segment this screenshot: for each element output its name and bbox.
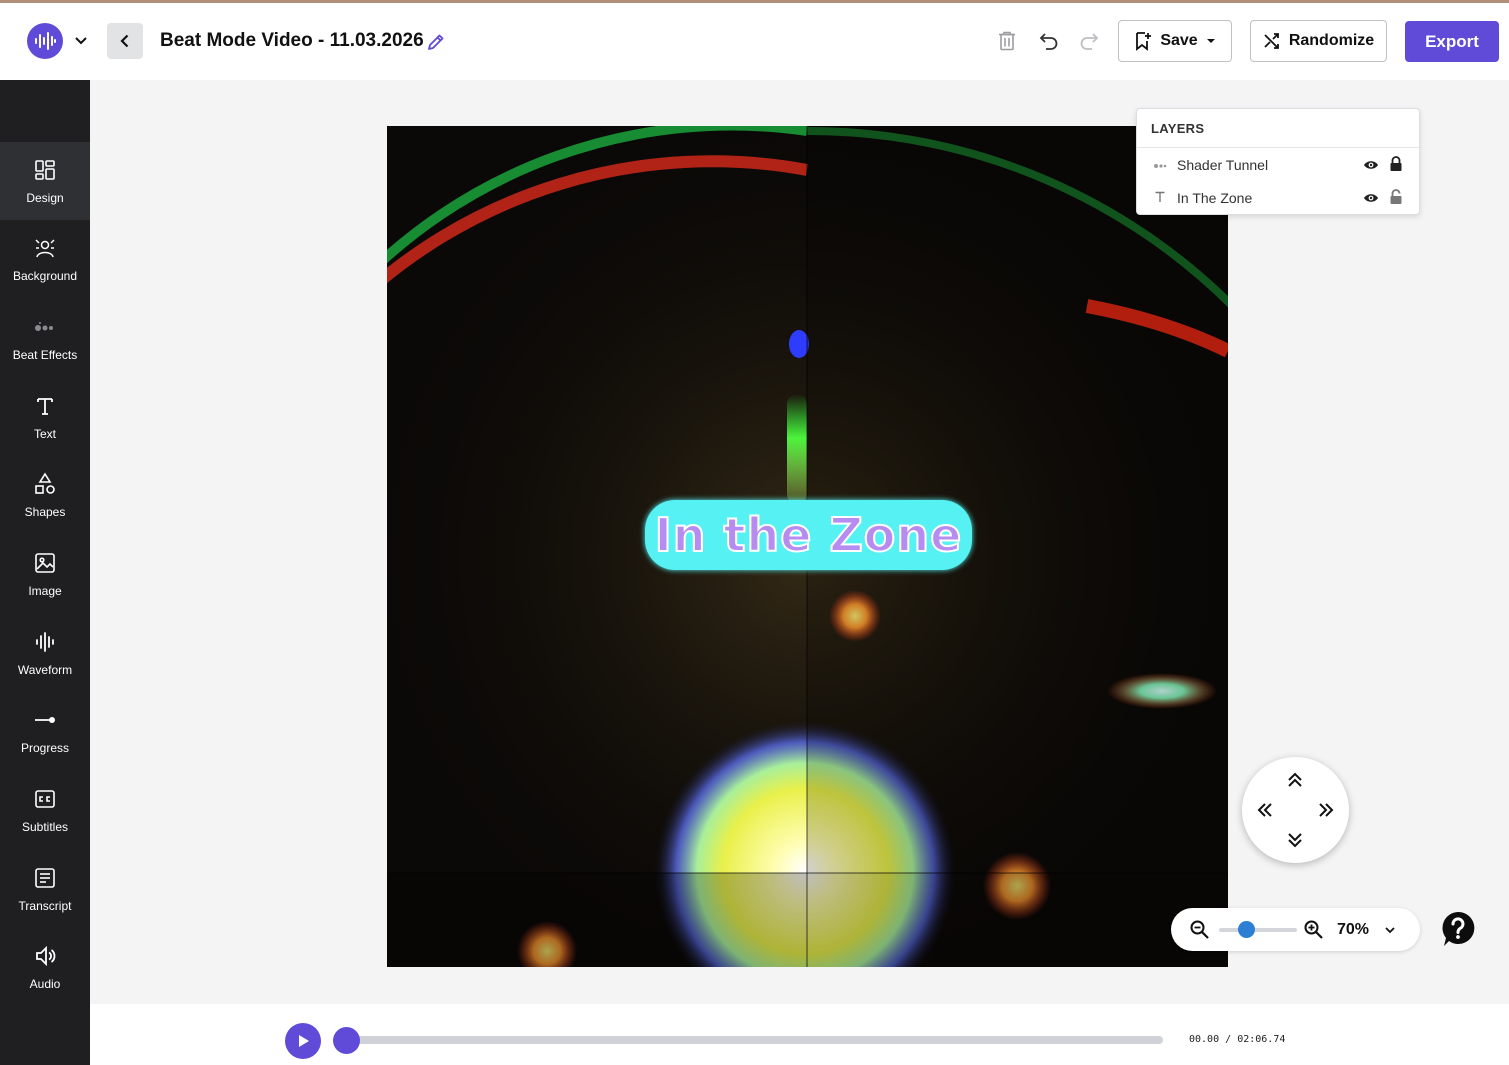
- sidebar-item-label: Waveform: [17, 663, 73, 677]
- chevron-down-icon[interactable]: [72, 31, 90, 49]
- sidebar-item-background[interactable]: Background: [0, 220, 90, 298]
- sidebar-item-beat-effects[interactable]: Beat Effects: [0, 299, 90, 377]
- lock-icon[interactable]: [1389, 156, 1403, 172]
- beat-effects-icon: [1153, 158, 1167, 173]
- sidebar-item-label: Background: [12, 269, 78, 283]
- redo-button[interactable]: [1077, 29, 1101, 53]
- export-button[interactable]: Export: [1405, 21, 1499, 62]
- play-icon: [299, 1035, 309, 1047]
- pencil-edit-icon[interactable]: [426, 32, 446, 52]
- sidebar-item-progress[interactable]: Progress: [0, 692, 90, 770]
- layer-name: Shader Tunnel: [1177, 157, 1269, 173]
- chevron-left-icon: [120, 34, 129, 48]
- sidebar-item-label: Transcript: [18, 899, 72, 913]
- zoom-in-icon[interactable]: [1303, 919, 1324, 940]
- unlock-icon[interactable]: [1389, 189, 1403, 205]
- trash-icon: [999, 31, 1015, 51]
- redo-icon: [1080, 33, 1099, 50]
- sidebar-item-transcript[interactable]: Transcript: [0, 850, 90, 928]
- double-chevron-up-icon[interactable]: [1284, 769, 1306, 791]
- zoom-control: 70%: [1171, 908, 1420, 951]
- layer-name: In The Zone: [1177, 190, 1253, 206]
- undo-icon: [1039, 33, 1058, 50]
- text-icon: [32, 393, 58, 419]
- sidebar-item-label: Design: [26, 191, 64, 205]
- left-sidebar: Design Background Beat Effects Text Shap…: [0, 80, 90, 1065]
- help-icon[interactable]: [1441, 911, 1475, 947]
- sidebar-item-shapes[interactable]: Shapes: [0, 456, 90, 534]
- position-nudge-pad: [1242, 757, 1349, 863]
- zoom-level[interactable]: 70%: [1337, 921, 1369, 939]
- divider: [1137, 147, 1419, 148]
- caret-down-icon: [1206, 39, 1215, 43]
- zoom-slider-thumb[interactable]: [1237, 921, 1255, 938]
- eye-icon[interactable]: [1363, 191, 1379, 205]
- seek-thumb[interactable]: [333, 1027, 360, 1054]
- sidebar-item-label: Image: [28, 584, 62, 598]
- shapes-icon: [32, 471, 58, 497]
- waveform-icon: [32, 629, 58, 655]
- chevron-down-icon[interactable]: [1382, 922, 1398, 938]
- layers-panel: LAYERS Shader Tunnel In The Zone: [1136, 108, 1420, 215]
- zoom-out-icon[interactable]: [1189, 919, 1210, 940]
- waveform-logo-icon: [35, 32, 56, 50]
- sidebar-item-design[interactable]: Design: [0, 142, 90, 220]
- sidebar-item-label: Beat Effects: [12, 348, 78, 362]
- time-display: 00.00 / 02:06.74: [1189, 1034, 1285, 1045]
- text-icon: [1153, 191, 1167, 206]
- layers-title: LAYERS: [1151, 121, 1205, 136]
- randomize-label: Randomize: [1288, 32, 1375, 49]
- bookmark-plus-icon: [1136, 32, 1152, 51]
- transcript-icon: [32, 865, 58, 891]
- sidebar-item-label: Progress: [20, 741, 70, 755]
- beat-effects-icon: [32, 314, 58, 340]
- sidebar-item-label: Subtitles: [21, 820, 69, 834]
- undo-button[interactable]: [1037, 29, 1061, 53]
- layer-row-shader-tunnel[interactable]: Shader Tunnel: [1137, 149, 1419, 181]
- sidebar-item-text[interactable]: Text: [0, 378, 90, 456]
- audio-icon: [32, 943, 58, 969]
- sidebar-item-label: Audio: [29, 977, 61, 991]
- sidebar-item-label: Shapes: [24, 505, 66, 519]
- seek-bar[interactable]: [346, 1036, 1163, 1044]
- app-logo[interactable]: [27, 23, 63, 59]
- sidebar-item-waveform[interactable]: Waveform: [0, 614, 90, 692]
- eye-icon[interactable]: [1363, 158, 1379, 172]
- image-icon: [32, 550, 58, 576]
- double-chevron-left-icon[interactable]: [1254, 799, 1276, 821]
- sidebar-item-label: Text: [33, 427, 56, 441]
- project-title[interactable]: Beat Mode Video - 11.03.2026: [160, 30, 424, 52]
- delete-button[interactable]: [995, 29, 1019, 53]
- sidebar-item-subtitles[interactable]: Subtitles: [0, 771, 90, 849]
- progress-icon: [32, 707, 58, 733]
- layer-row-in-the-zone[interactable]: In The Zone: [1137, 182, 1419, 214]
- save-label: Save: [1160, 32, 1198, 49]
- double-chevron-down-icon[interactable]: [1284, 829, 1306, 851]
- total-duration: 02:06.74: [1237, 1034, 1286, 1045]
- randomize-button[interactable]: Randomize: [1250, 20, 1387, 62]
- sidebar-item-audio[interactable]: Audio: [0, 928, 90, 1006]
- sidebar-item-image[interactable]: Image: [0, 535, 90, 613]
- top-toolbar: Beat Mode Video - 11.03.2026 Save Random…: [0, 3, 1509, 80]
- background-icon: [32, 235, 58, 261]
- design-icon: [32, 157, 58, 183]
- time-separator: /: [1225, 1034, 1232, 1045]
- play-button[interactable]: [285, 1023, 321, 1059]
- canvas-text-layer[interactable]: In the Zone: [645, 500, 972, 570]
- shuffle-icon: [1264, 33, 1279, 49]
- double-chevron-right-icon[interactable]: [1315, 799, 1337, 821]
- zoom-slider-track[interactable]: [1219, 928, 1297, 932]
- back-button[interactable]: [107, 23, 143, 59]
- save-button[interactable]: Save: [1118, 20, 1232, 62]
- current-time: 00.00: [1189, 1034, 1220, 1045]
- subtitles-icon: [32, 786, 58, 812]
